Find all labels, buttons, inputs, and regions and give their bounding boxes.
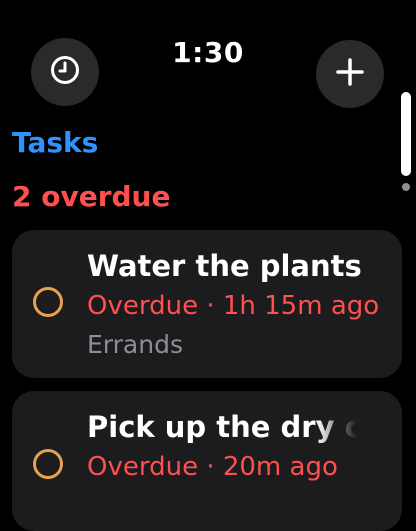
plus-icon xyxy=(334,56,366,92)
task-title: Water the plants xyxy=(87,249,362,283)
task-due-status: Overdue · 20m ago xyxy=(87,452,338,482)
task-card[interactable]: Water the plants Overdue · 1h 15m ago Er… xyxy=(12,230,402,378)
page-title: Tasks xyxy=(12,126,99,159)
complete-checkbox[interactable] xyxy=(33,449,63,479)
scroll-indicator[interactable] xyxy=(399,90,413,194)
task-card[interactable]: Pick up the dry c Overdue · 20m ago xyxy=(12,391,402,531)
add-task-button[interactable] xyxy=(316,40,384,108)
task-list-name: Errands xyxy=(87,330,183,359)
overdue-summary: 2 overdue xyxy=(12,180,171,213)
task-title: Pick up the dry c xyxy=(87,410,357,444)
scroll-end-dot xyxy=(402,183,410,191)
complete-checkbox[interactable] xyxy=(33,287,63,317)
scroll-thumb xyxy=(401,92,411,176)
task-due-status: Overdue · 1h 15m ago xyxy=(87,291,380,321)
